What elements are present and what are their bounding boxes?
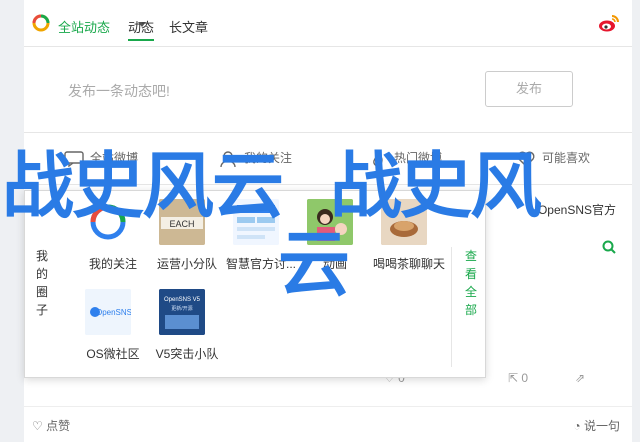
group-item[interactable]: 我的关注: [75, 199, 151, 277]
screenshot-icon: [233, 199, 279, 245]
group-thumb: [381, 199, 427, 245]
circle-logo-icon: [90, 204, 126, 240]
filter-label: 热门微博: [394, 151, 443, 165]
group-item[interactable]: 智慧官方讨...: [223, 199, 299, 277]
my-groups-char: 子: [35, 303, 48, 317]
comment-button[interactable]: ◔ 说一句: [573, 417, 620, 434]
comment-label: 说一句: [583, 419, 620, 433]
opensns-logo-icon: OpenSNS: [85, 289, 131, 335]
share-count-value: 0: [521, 371, 529, 385]
author-name[interactable]: OpenSNS官方: [538, 201, 616, 218]
v5-sub-text: 更新/开源: [171, 305, 192, 312]
heart-icon: [517, 151, 535, 167]
group-thumb: EACH: [159, 199, 205, 245]
filter-label: 全站微博: [90, 151, 139, 165]
tab-long-article[interactable]: 长文章: [169, 17, 208, 36]
my-groups-label: 我 的 圈 子: [35, 247, 49, 319]
v5-title-text: OpenSNS V5: [164, 297, 201, 303]
tab-dynamic[interactable]: 动态: [128, 17, 155, 41]
more-icon[interactable]: ⇗: [575, 371, 585, 385]
group-item[interactable]: EACH 运营小分队: [149, 199, 225, 277]
tea-photo-icon: [381, 199, 427, 245]
site-menu[interactable]: 全站动态: [58, 17, 110, 36]
filter-label: 可能喜欢: [542, 151, 591, 165]
publish-button[interactable]: 发布: [485, 71, 573, 107]
compose-box: 发布一条动态吧! 发布: [24, 46, 632, 132]
view-all-link[interactable]: 查 看 全 部: [451, 247, 487, 367]
weibo-icon[interactable]: [598, 13, 620, 33]
group-thumb: [233, 199, 279, 245]
opensns-logo-text: OpenSNS: [96, 308, 131, 317]
group-thumb: OpenSNS: [85, 289, 131, 335]
teach-photo-icon: EACH: [159, 199, 205, 245]
filter-all-weibo[interactable]: 全站微博: [64, 149, 138, 167]
feed-filters: 全站微博 我的关注 热门微博 可能喜欢: [24, 132, 632, 184]
group-thumb: [307, 199, 353, 245]
view-all-char: 全: [464, 285, 477, 299]
top-header: 全站动态 动态 长文章: [24, 0, 632, 46]
view-all-char: 查: [464, 249, 477, 263]
feed-bottom-bar: ♡ 点赞 ◔ 说一句: [24, 406, 632, 442]
chat-bubble-icon: [64, 151, 84, 167]
view-all-char: 部: [464, 303, 477, 317]
search-icon[interactable]: [602, 240, 616, 254]
like-button[interactable]: ♡ 点赞: [32, 417, 70, 434]
filter-my-follow[interactable]: 我的关注: [218, 149, 292, 167]
filter-maybe-like[interactable]: 可能喜欢: [516, 149, 590, 167]
share-icon: ⇱: [508, 371, 522, 385]
comment-icon: ◔: [573, 419, 584, 433]
site-logo-icon[interactable]: [32, 14, 50, 32]
view-all-char: 看: [464, 267, 477, 281]
heart-outline-icon: ♡: [32, 419, 47, 433]
teach-text: EACH: [169, 219, 194, 229]
filter-label: 我的关注: [244, 151, 293, 165]
group-name: V5突击小队: [155, 347, 219, 361]
like-label: 点赞: [46, 419, 71, 433]
group-item[interactable]: OpenSNS OS微社区: [75, 289, 151, 367]
group-name: 喝喝茶聊聊天: [372, 257, 445, 271]
flame-icon: [373, 150, 383, 167]
my-groups-char: 圈: [35, 285, 48, 299]
group-thumb: [85, 199, 131, 245]
group-item[interactable]: 喝喝茶聊聊天: [371, 199, 447, 277]
my-groups-popover: 我 的 圈 子 我的关注 EACH 运营小分队 智慧官方讨... 动画 喝喝茶聊…: [24, 190, 486, 378]
view-all-label: 查 看 全 部: [464, 247, 478, 319]
anime-photo-icon: [307, 199, 353, 245]
group-item[interactable]: 动画: [297, 199, 373, 277]
share-count[interactable]: ⇱ 0: [508, 371, 528, 385]
group-item[interactable]: OpenSNS V5 更新/开源 V5突击小队: [149, 289, 225, 367]
compose-input[interactable]: 发布一条动态吧!: [68, 81, 170, 101]
opensns-v5-icon: OpenSNS V5 更新/开源: [159, 289, 205, 335]
group-thumb: OpenSNS V5 更新/开源: [159, 289, 205, 335]
my-groups-char: 的: [35, 267, 48, 281]
group-grid: 我的关注 EACH 运营小分队 智慧官方讨... 动画 喝喝茶聊聊天 OpenS…: [75, 199, 445, 371]
user-icon: [220, 151, 236, 167]
filter-hot-weibo[interactable]: 热门微博: [368, 149, 442, 167]
my-groups-char: 我: [35, 249, 48, 263]
